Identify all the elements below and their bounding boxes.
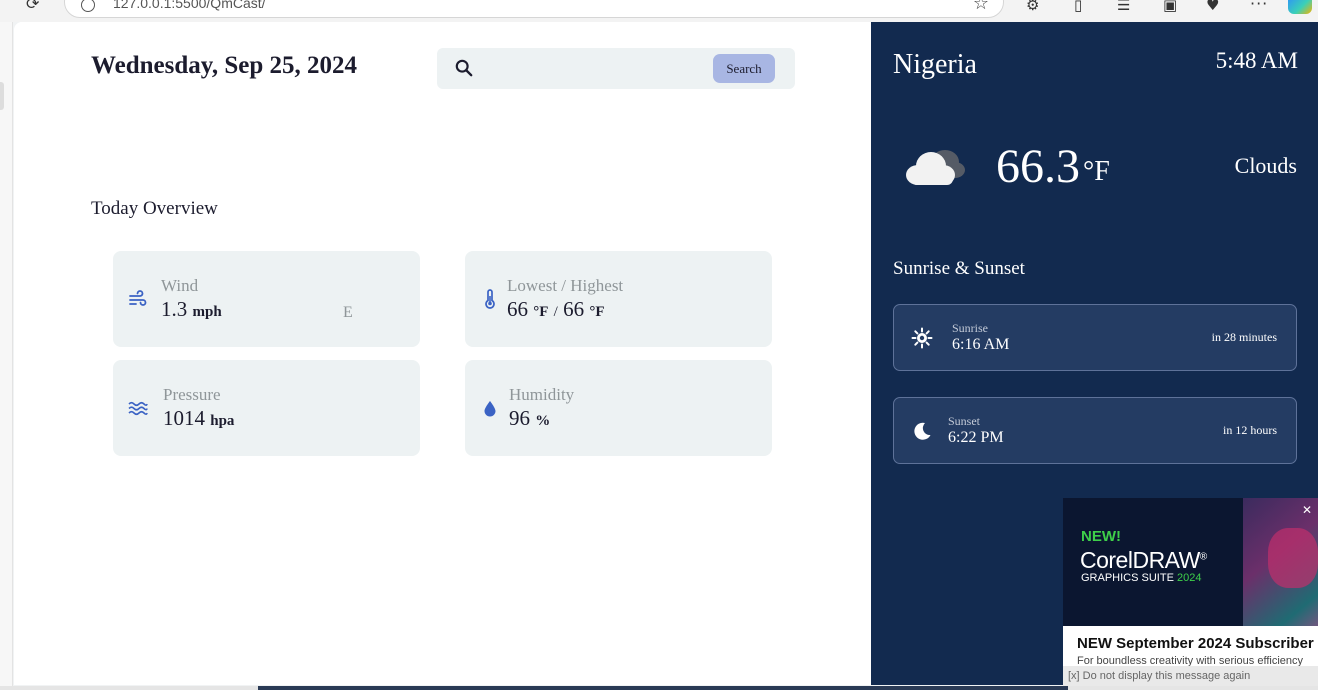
collections-icon[interactable]: ▣ [1163,0,1177,14]
address-text[interactable]: 127.0.0.1:5500/QmCast/ [113,0,266,11]
minmax-separator: / [553,304,558,320]
wind-icon [129,290,147,306]
ad-brand-name: CorelDRAW® [1080,547,1207,574]
humidity-card: Humidity 96 % [465,360,772,456]
low-temp-unit: °F [533,304,549,320]
pressure-waves-icon [128,401,148,416]
ad-year: 2024 [1176,572,1202,584]
sunset-time: 6:22 PM [948,429,1004,446]
low-temp: 66 [507,297,528,321]
sun-icon [911,327,933,349]
sunset-card: Sunset 6:22 PM in 12 hours [893,397,1297,464]
sunset-label: Sunset [948,414,981,428]
ad-suite-label: GRAPHICS SUITE 2024 [1081,572,1201,584]
high-temp-unit: °F [589,304,605,320]
sunset-relative: in 12 hours [1223,423,1277,437]
sunrise-label: Sunrise [952,321,988,335]
ad-new-label: NEW! [1081,528,1121,545]
location-name: Nigeria [893,49,977,80]
more-menu-icon[interactable]: ··· [1250,0,1268,13]
ad-banner[interactable]: NEW! CorelDRAW® GRAPHICS SUITE 2024 [1063,498,1318,626]
minmax-label: Lowest / Highest [507,276,624,295]
address-bar[interactable]: 127.0.0.1:5500/QmCast/ ☆ [64,0,1004,18]
water-drop-icon [484,401,496,417]
pressure-value: 1014 hpa [163,406,234,431]
wind-card: Wind 1.3 mph E [113,251,420,347]
temperature-unit: °F [1083,156,1110,187]
ad-suite-text: GRAPHICS SUITE [1081,572,1174,584]
minmax-card: Lowest / Highest 66 °F / 66 °F [465,251,772,347]
current-temperature: 66.3 [996,140,1080,193]
pressure-label: Pressure [163,385,221,404]
close-icon[interactable]: ✕ [1300,503,1314,517]
main-panel: Wednesday, Sep 25, 2024 Search Today Ove… [14,22,871,685]
browser-toolbar: ⟳ 127.0.0.1:5500/QmCast/ ☆ ⚙ ▯ ☰ ▣ ♥ ··· [0,0,1318,22]
favorites-icon[interactable]: ☰ [1117,0,1130,14]
thermometer-icon [485,289,495,309]
humidity-number: 96 [509,406,530,430]
wind-unit: mph [192,304,222,320]
wind-direction: E [343,304,353,321]
wind-speed: 1.3 [161,297,188,321]
search-button[interactable]: Search [713,54,775,83]
sunrise-relative: in 28 minutes [1211,330,1277,344]
search-input[interactable] [485,56,705,81]
minmax-value: 66 °F / 66 °F [507,297,605,322]
browser-essentials-icon[interactable]: ♥ [1206,0,1219,14]
search-icon[interactable] [455,59,473,77]
humidity-label: Humidity [509,385,575,404]
sunrise-time: 6:16 AM [952,336,1010,353]
copilot-icon[interactable] [1288,0,1312,14]
ad-brand-mark: ® [1199,551,1207,563]
wind-value: 1.3 mph [161,297,222,322]
search-bar: Search [437,48,795,89]
moon-icon [914,422,931,440]
extensions-icon[interactable]: ⚙ [1026,0,1039,14]
ad-brand-text: CorelDRAW [1080,547,1200,573]
ad-headline[interactable]: NEW September 2024 Subscriber [1077,635,1314,652]
humidity-unit: % [535,413,551,429]
humidity-value: 96 % [509,406,550,431]
overview-title: Today Overview [91,198,218,219]
wind-label: Wind [161,276,199,295]
pressure-card: Pressure 1014 hpa [113,360,420,456]
local-time: 5:48 AM [1215,48,1298,73]
sidebar-edge [0,22,13,690]
ad-artwork-accent [1268,528,1318,588]
site-info-icon[interactable] [81,0,95,12]
cloud-icon [906,150,965,185]
ad-popup[interactable]: NEW! CorelDRAW® GRAPHICS SUITE 2024 ✕ NE… [1063,498,1318,690]
split-screen-icon[interactable]: ▯ [1074,0,1082,14]
high-temp: 66 [563,297,585,321]
weather-condition: Clouds [1234,153,1297,178]
reload-icon[interactable]: ⟳ [26,0,44,13]
sun-section-title: Sunrise & Sunset [893,258,1025,279]
sunrise-card: Sunrise 6:16 AM in 28 minutes [893,304,1297,371]
taskbar-edge [0,686,1318,690]
pressure-unit: hpa [210,413,235,429]
sidebar-toggle[interactable] [0,82,4,110]
taskbar-window-preview [258,686,1068,690]
ad-dismiss-link[interactable]: [x] Do not display this message again [1068,670,1250,682]
favorite-star-icon[interactable]: ☆ [973,0,989,14]
current-date: Wednesday, Sep 25, 2024 [91,52,358,79]
pressure-number: 1014 [163,406,205,430]
